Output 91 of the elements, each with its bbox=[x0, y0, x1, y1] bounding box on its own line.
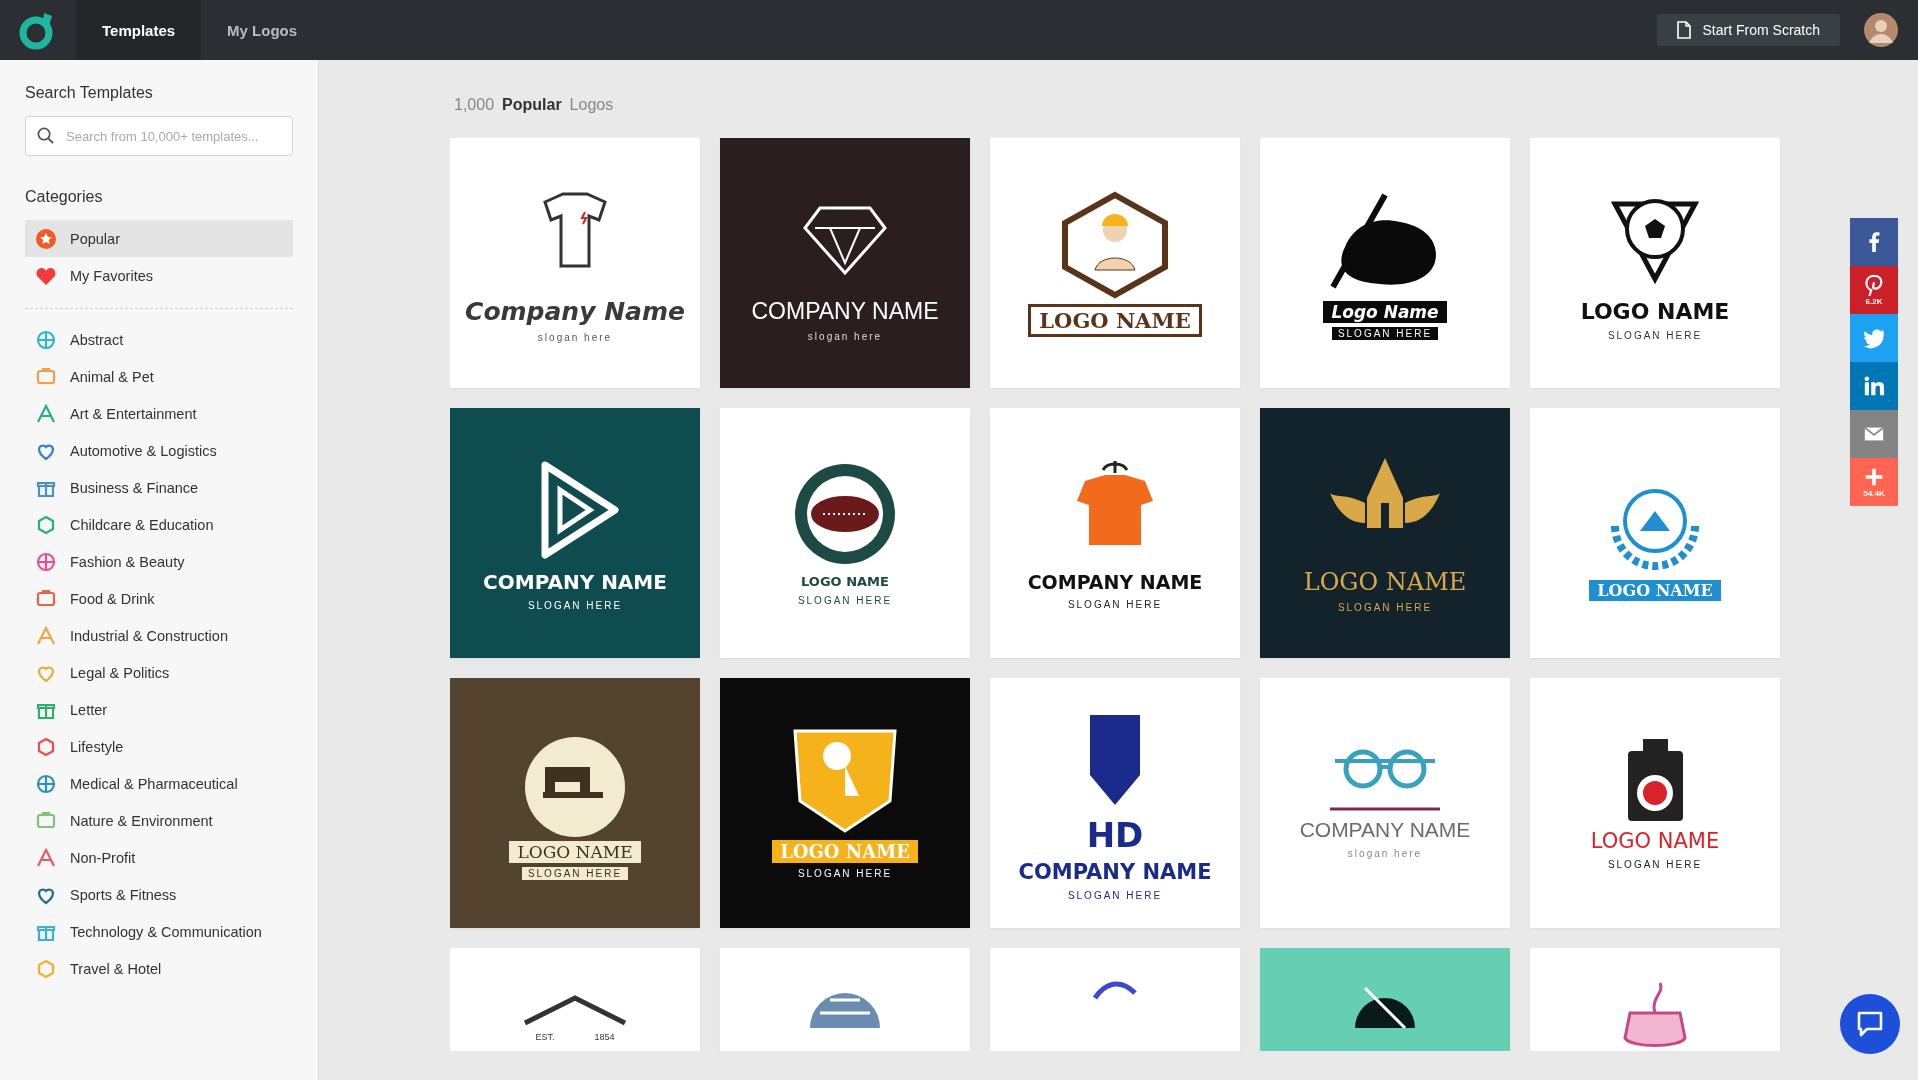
slogan-text: slogan here bbox=[536, 331, 614, 344]
share-button[interactable] bbox=[1850, 218, 1898, 266]
category-item[interactable]: Non-Profit bbox=[25, 839, 293, 876]
nav-tab[interactable]: My Logos bbox=[201, 0, 324, 60]
logo-template-card[interactable]: COMPANY NAME SLOGAN HERE bbox=[450, 408, 700, 658]
slogan-text: SLOGAN HERE bbox=[1336, 600, 1434, 614]
logo-template-card[interactable]: COMPANY NAME SLOGAN HERE bbox=[990, 408, 1240, 658]
logo-name-text: LOGO NAME bbox=[1589, 827, 1721, 854]
category-item[interactable]: Lifestyle bbox=[25, 728, 293, 765]
slogan-text: SLOGAN HERE bbox=[1066, 888, 1164, 902]
share-button[interactable]: 6.2K bbox=[1850, 266, 1898, 314]
category-item[interactable]: Automotive & Logistics bbox=[25, 432, 293, 469]
logo-name-text: LOGO NAME bbox=[772, 840, 918, 863]
category-item[interactable]: Popular bbox=[25, 220, 293, 257]
logo-name-text: LOGO NAME bbox=[1028, 303, 1202, 337]
category-name: Popular bbox=[502, 96, 562, 114]
document-icon bbox=[1676, 21, 1691, 39]
categories-title: Categories bbox=[25, 188, 104, 206]
logo-name-text: COMPANY NAME bbox=[482, 568, 668, 595]
logo-template-card[interactable]: COMPANY NAME slogan here bbox=[1260, 678, 1510, 928]
chat-button[interactable] bbox=[1840, 994, 1900, 1054]
category-item[interactable]: Abstract bbox=[25, 321, 293, 358]
avatar-icon[interactable] bbox=[1864, 13, 1898, 47]
chat-bubble-icon bbox=[1855, 1009, 1885, 1039]
category-item[interactable]: Animal & Pet bbox=[25, 358, 293, 395]
result-count: 1,000 bbox=[454, 96, 495, 114]
crest-text: 1854 bbox=[594, 1032, 615, 1042]
linkedin-icon bbox=[1863, 375, 1885, 397]
category-item[interactable]: Technology & Communication bbox=[25, 913, 293, 950]
category-item[interactable]: Food & Drink bbox=[25, 580, 293, 617]
slogan-text: SLOGAN HERE bbox=[796, 867, 894, 880]
logo-name-text: LOGO NAME bbox=[800, 573, 890, 590]
logo-name-text: LOGO NAME bbox=[1579, 298, 1731, 325]
logo-template-card[interactable]: HD COMPANY NAME SLOGAN HERE bbox=[990, 678, 1240, 928]
logo-template-card[interactable]: LOGO NAME SLOGAN HERE bbox=[1530, 678, 1780, 928]
logo-template-card[interactable]: LOGO NAME SLOGAN HERE bbox=[1530, 138, 1780, 388]
share-button[interactable] bbox=[1850, 314, 1898, 362]
category-item[interactable]: Art & Entertainment bbox=[25, 395, 293, 432]
slogan-text: SLOGAN HERE bbox=[796, 594, 894, 607]
category-item[interactable]: Childcare & Education bbox=[25, 506, 293, 543]
logo-template-card[interactable]: LOGO NAME SLOGAN HERE bbox=[450, 678, 700, 928]
result-noun: Logos bbox=[569, 96, 614, 114]
start-from-scratch-button[interactable]: Start From Scratch bbox=[1656, 14, 1840, 46]
category-item[interactable]: Fashion & Beauty bbox=[25, 543, 293, 580]
slogan-text: SLOGAN HERE bbox=[1066, 597, 1164, 611]
logo-template-card[interactable]: LOGO NAME SLOGAN HERE bbox=[720, 678, 970, 928]
logo-name-text: COMPANY NAME bbox=[1026, 569, 1204, 594]
category-item[interactable]: Letter bbox=[25, 691, 293, 728]
logo-art-drawing bbox=[1091, 978, 1139, 1002]
search-field[interactable]: Search from 10,000+ templates... bbox=[25, 116, 293, 156]
logo-name-text: COMPANY NAME bbox=[1298, 816, 1472, 843]
category-item[interactable]: Sports & Fitness bbox=[25, 876, 293, 913]
category-item[interactable]: Travel & Hotel bbox=[25, 950, 293, 987]
pinterest-icon bbox=[1863, 274, 1885, 296]
logo-template-card[interactable]: LOGO NAME bbox=[1530, 408, 1780, 658]
slogan-text: SLOGAN HERE bbox=[1606, 857, 1704, 871]
logo-name-text: COMPANY NAME bbox=[750, 297, 940, 326]
logo-template-card[interactable]: Company Name slogan here bbox=[450, 138, 700, 388]
plus-icon bbox=[1863, 466, 1885, 488]
category-item[interactable]: Legal & Politics bbox=[25, 654, 293, 691]
slogan-text: SLOGAN HERE bbox=[1331, 326, 1439, 340]
logo-template-card[interactable]: LOGO NAME bbox=[990, 138, 1240, 388]
logo-name-text: LOGO NAME bbox=[509, 840, 641, 863]
category-item[interactable]: Nature & Environment bbox=[25, 802, 293, 839]
category-item[interactable]: Industrial & Construction bbox=[25, 617, 293, 654]
logo-template-card[interactable]: COMPANY NAME slogan here bbox=[720, 138, 970, 388]
logo-template-card[interactable]: LOGO NAME SLOGAN HERE bbox=[720, 408, 970, 658]
category-item[interactable]: Medical & Pharmaceutical bbox=[25, 765, 293, 802]
slogan-text: slogan here bbox=[806, 330, 884, 343]
category-item[interactable]: Business & Finance bbox=[25, 469, 293, 506]
slogan-text: SLOGAN HERE bbox=[526, 598, 624, 612]
logo-template-card[interactable]: EST. 1854 bbox=[450, 948, 700, 1051]
logo-name-text: LOGO NAME bbox=[1302, 566, 1468, 597]
share-button[interactable] bbox=[1850, 362, 1898, 410]
logo-template-card[interactable]: Logo Name SLOGAN HERE bbox=[1260, 138, 1510, 388]
logo-name-text: LOGO NAME bbox=[1589, 579, 1721, 601]
nav-tab[interactable]: Templates bbox=[76, 0, 202, 60]
slogan-text: SLOGAN HERE bbox=[1606, 329, 1704, 342]
slogan-text: SLOGAN HERE bbox=[521, 866, 629, 880]
logo-name-text: Logo Name bbox=[1323, 300, 1447, 323]
logo-template-card[interactable]: LOGO NAME SLOGAN HERE bbox=[1260, 408, 1510, 658]
search-icon bbox=[37, 127, 54, 144]
logo-name-text: Company Name bbox=[464, 296, 686, 327]
category-item[interactable]: My Favorites bbox=[25, 257, 293, 294]
crest-text: EST. bbox=[535, 1032, 555, 1042]
share-button[interactable] bbox=[1850, 410, 1898, 458]
twitter-icon bbox=[1863, 327, 1885, 349]
logo-name-text: COMPANY NAME bbox=[1017, 858, 1213, 885]
search-title: Search Templates bbox=[25, 84, 154, 102]
slogan-text: slogan here bbox=[1346, 846, 1424, 860]
monogram-text: HD bbox=[1086, 814, 1144, 855]
